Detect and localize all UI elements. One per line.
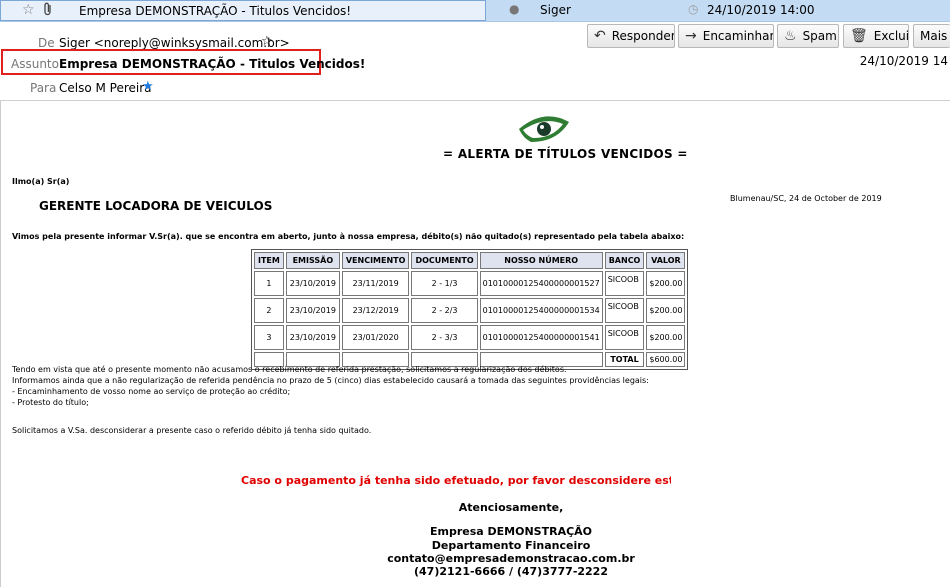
forward-icon: → (685, 28, 697, 44)
subject-value: Empresa DEMONSTRAÇÃO - Titulos Vencidos! (59, 57, 366, 71)
contact-phones: (47)2121-6666 / (47)3777-2222 (414, 565, 608, 578)
col-emissao: EMISSÃO (285, 252, 340, 269)
email-body: = ALERTA DE TÍTULOS VENCIDOS = Ilmo(a) S… (0, 101, 950, 587)
subject-label: Assunto (11, 57, 59, 71)
cell-banco: SICOOB (604, 325, 645, 350)
cell-emissao: 23/10/2019 (285, 298, 340, 323)
cell-vencimento: 23/11/2019 (341, 271, 410, 296)
from-value[interactable]: Siger <noreply@winksysmail.com.br> (59, 36, 290, 50)
spam-button[interactable]: ♨ Spam (777, 24, 839, 48)
cell-banco: SICOOB (604, 271, 645, 296)
cell-nosso-numero: 01010000125400000001527 (479, 271, 603, 296)
to-label: Para (30, 81, 57, 95)
col-item: ITEM (254, 252, 284, 269)
table-row: 3 23/10/2019 23/01/2020 2 - 3/3 01010000… (254, 325, 686, 350)
paragraph-3: Solicitamos a V.Sa. desconsiderar a pres… (12, 426, 372, 435)
closing-text: Atenciosamente, (458, 501, 564, 514)
cell-documento: 2 - 3/3 (411, 325, 478, 350)
col-documento: DOCUMENTO (411, 252, 478, 269)
cell-emissao: 23/10/2019 (285, 325, 340, 350)
cell-nosso-numero: 01010000125400000001541 (479, 325, 603, 350)
company-name: Empresa DEMONSTRAÇÃO (429, 525, 593, 538)
cell-documento: 2 - 1/3 (411, 271, 478, 296)
cell-emissao: 23/10/2019 (285, 271, 340, 296)
cell-vencimento: 23/12/2019 (341, 298, 410, 323)
table-header-row: ITEM EMISSÃO VENCIMENTO DOCUMENTO NOSSO … (254, 252, 686, 269)
reply-icon: ↶ (594, 28, 606, 44)
cell-documento: 2 - 2/3 (411, 298, 478, 323)
cell-valor: $200.00 (646, 298, 686, 323)
intro-text: Vimos pela presente informar V.Sr(a). qu… (12, 232, 685, 241)
bullet-1: - Encaminhamento de vosso nome ao serviç… (12, 387, 291, 396)
company-logo-icon (519, 116, 569, 142)
fire-icon: ♨ (784, 28, 797, 44)
message-from[interactable]: Siger (540, 3, 571, 17)
alert-title: = ALERTA DE TÍTULOS VENCIDOS = (443, 147, 688, 161)
payment-notice: Caso o pagamento já tenha sido efetuado,… (241, 474, 671, 487)
cell-item: 1 (254, 271, 284, 296)
star-icon[interactable]: ☆ (261, 34, 273, 49)
col-banco: BANCO (604, 252, 645, 269)
paperclip-icon (43, 2, 53, 20)
forward-button[interactable]: → Encaminhar (678, 24, 774, 48)
clock-icon: ◷ (688, 2, 699, 16)
cell-nosso-numero: 01010000125400000001534 (479, 298, 603, 323)
recipient-name: GERENTE LOCADORA DE VEICULOS (39, 199, 273, 213)
bullet-2: - Protesto do título; (12, 398, 89, 407)
total-value: $600.00 (646, 352, 686, 367)
place-date: Blumenau/SC, 24 de October de 2019 (730, 194, 882, 203)
unread-dot-icon[interactable]: ● (509, 2, 519, 16)
paragraph-2: Informamos ainda que a não regularização… (12, 376, 649, 385)
message-header: De Siger <noreply@winksysmail.com.br> ☆ … (0, 22, 950, 101)
contact-email[interactable]: contato@empresademonstracao.com.br (301, 552, 721, 565)
contact-star-icon[interactable]: ★ (142, 79, 154, 94)
col-valor: VALOR (646, 252, 686, 269)
star-icon[interactable]: ☆ (22, 2, 35, 18)
more-button[interactable]: Mais (913, 24, 950, 48)
cell-vencimento: 23/01/2020 (341, 325, 410, 350)
message-subject[interactable]: Empresa DEMONSTRAÇÃO - Titulos Vencidos! (79, 4, 351, 18)
total-label: TOTAL (604, 352, 645, 367)
message-list-row[interactable]: ☆ Empresa DEMONSTRAÇÃO - Titulos Vencido… (0, 0, 950, 22)
cell-banco: SICOOB (604, 298, 645, 323)
titles-table: ITEM EMISSÃO VENCIMENTO DOCUMENTO NOSSO … (251, 249, 689, 370)
cell-item: 3 (254, 325, 284, 350)
col-nosso-numero: NOSSO NÚMERO (479, 252, 603, 269)
paragraph-1: Tendo em vista que até o presente moment… (12, 365, 567, 374)
to-value[interactable]: Celso M Pereira (59, 81, 152, 95)
table-row: 2 23/10/2019 23/12/2019 2 - 2/3 01010000… (254, 298, 686, 323)
col-vencimento: VENCIMENTO (341, 252, 410, 269)
trash-icon: 🗑 (850, 28, 868, 44)
cell-valor: $200.00 (646, 271, 686, 296)
cell-item: 2 (254, 298, 284, 323)
header-date: 24/10/2019 14 (859, 54, 948, 68)
cell-valor: $200.00 (646, 325, 686, 350)
reply-button[interactable]: ↶ Responder (587, 24, 675, 48)
from-label: De (38, 36, 55, 50)
salutation: Ilmo(a) Sr(a) (12, 177, 70, 186)
department-name: Departamento Financeiro (431, 539, 591, 552)
delete-button[interactable]: 🗑Excluir (843, 24, 909, 48)
message-date[interactable]: 24/10/2019 14:00 (707, 3, 815, 17)
table-row: 1 23/10/2019 23/11/2019 2 - 1/3 01010000… (254, 271, 686, 296)
